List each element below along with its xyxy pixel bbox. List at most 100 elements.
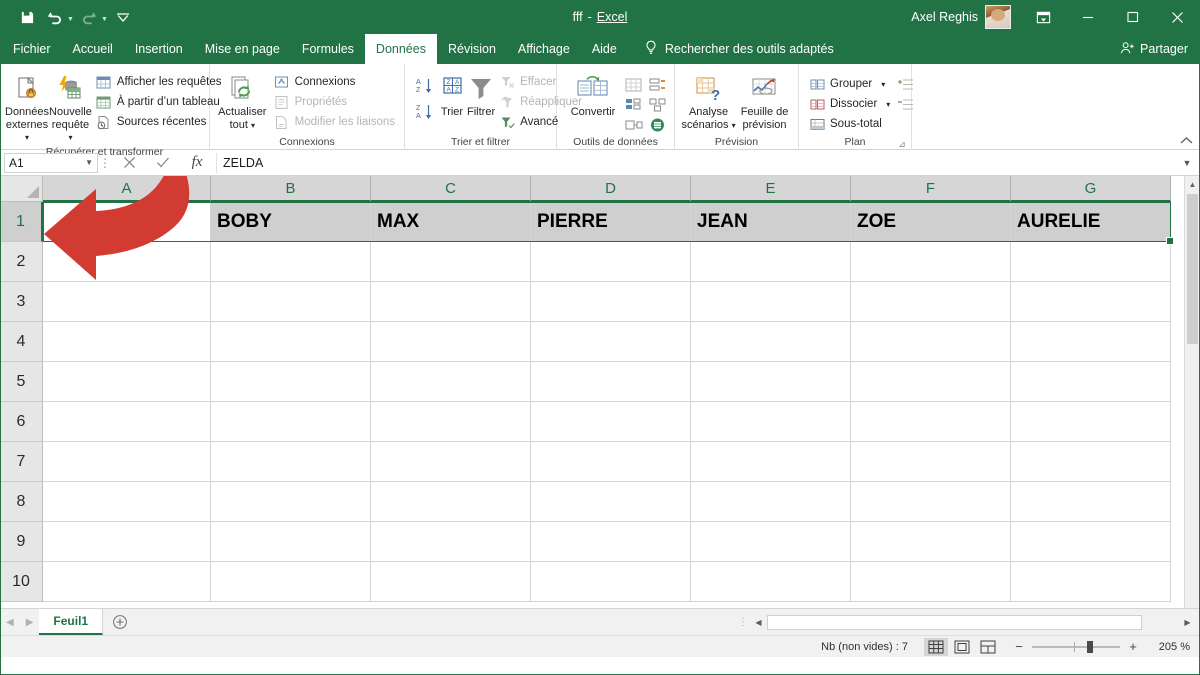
trier-button[interactable]: ZAAZ Trier bbox=[437, 69, 467, 119]
cell-C9[interactable] bbox=[371, 522, 531, 562]
cell-B8[interactable] bbox=[211, 482, 371, 522]
cell-C1[interactable]: MAX bbox=[371, 202, 531, 242]
cell-C6[interactable] bbox=[371, 402, 531, 442]
actualiser-tout-button[interactable]: Actualiser tout ▾ bbox=[215, 69, 270, 132]
a-partir-d-un-tableau-button[interactable]: À partir d’un tableau bbox=[92, 92, 226, 112]
horizontal-scroll-grip[interactable]: ⋮ bbox=[736, 609, 750, 635]
cell-D8[interactable] bbox=[531, 482, 691, 522]
row-header-3[interactable]: 3 bbox=[0, 282, 43, 322]
user-name[interactable]: Axel Reghis bbox=[911, 10, 978, 24]
cell-D2[interactable] bbox=[531, 242, 691, 282]
caret-down-icon[interactable]: ▾ bbox=[881, 80, 885, 89]
cell-G7[interactable] bbox=[1011, 442, 1171, 482]
sheet-tab-feuil1[interactable]: Feuil1 bbox=[39, 609, 104, 635]
cell-E4[interactable] bbox=[691, 322, 851, 362]
cell-B9[interactable] bbox=[211, 522, 371, 562]
cell-B3[interactable] bbox=[211, 282, 371, 322]
avatar[interactable] bbox=[985, 5, 1011, 29]
tab-fichier[interactable]: Fichier bbox=[0, 34, 62, 64]
collapse-ribbon-button[interactable] bbox=[1180, 134, 1193, 148]
vertical-scrollbar[interactable]: ▲ bbox=[1184, 176, 1200, 608]
cell-E1[interactable]: JEAN bbox=[691, 202, 851, 242]
horizontal-scroll-thumb[interactable] bbox=[767, 614, 1142, 630]
cell-E7[interactable] bbox=[691, 442, 851, 482]
minimize-button[interactable] bbox=[1065, 0, 1110, 34]
cell-A6[interactable] bbox=[43, 402, 211, 442]
remplissage-instantane-button[interactable] bbox=[621, 75, 645, 95]
cell-B2[interactable] bbox=[211, 242, 371, 282]
row-header-1[interactable]: 1 bbox=[0, 202, 43, 242]
grouper-button[interactable]: Grouper ▾ bbox=[805, 74, 894, 94]
formula-bar-grip[interactable]: ⋮ bbox=[98, 157, 112, 169]
name-box[interactable]: A1 ▼ bbox=[4, 152, 98, 173]
row-header-8[interactable]: 8 bbox=[0, 482, 43, 522]
tab-insertion[interactable]: Insertion bbox=[124, 34, 194, 64]
cell-C4[interactable] bbox=[371, 322, 531, 362]
chevron-right-icon[interactable]: ▶ bbox=[26, 617, 34, 628]
redo-dropdown-caret-icon[interactable]: ▼ bbox=[101, 16, 108, 23]
zoom-slider-thumb[interactable] bbox=[1087, 640, 1093, 653]
convertir-button[interactable]: Convertir bbox=[565, 69, 621, 119]
cell-E5[interactable] bbox=[691, 362, 851, 402]
consolider-button[interactable] bbox=[645, 95, 669, 115]
cell-D1[interactable]: PIERRE bbox=[531, 202, 691, 242]
row-header-2[interactable]: 2 bbox=[0, 242, 43, 282]
cell-G3[interactable] bbox=[1011, 282, 1171, 322]
caret-down-icon[interactable]: ▾ bbox=[886, 100, 890, 109]
modifier-les-liaisons-button[interactable]: Modifier les liaisons bbox=[270, 112, 399, 132]
validation-des-donnees-button[interactable] bbox=[645, 75, 669, 95]
cell-G1[interactable]: AURELIE bbox=[1011, 202, 1171, 242]
cell-B1[interactable]: BOBY bbox=[211, 202, 371, 242]
cell-G6[interactable] bbox=[1011, 402, 1171, 442]
row-header-7[interactable]: 7 bbox=[0, 442, 43, 482]
donnees-externes-button[interactable]: Données externes ▾ bbox=[5, 69, 49, 145]
scroll-right-icon[interactable]: ▶ bbox=[1179, 614, 1196, 631]
plus-icon[interactable]: + bbox=[1126, 639, 1140, 654]
sous-total-button[interactable]: Sous-total bbox=[805, 114, 894, 134]
chevron-down-icon[interactable] bbox=[110, 5, 136, 29]
cell-F6[interactable] bbox=[851, 402, 1011, 442]
cell-B10[interactable] bbox=[211, 562, 371, 602]
undo-icon[interactable] bbox=[42, 5, 68, 29]
column-header-f[interactable]: F bbox=[851, 176, 1011, 202]
expand-formula-bar-icon[interactable]: ▼ bbox=[1178, 158, 1196, 168]
cell-F7[interactable] bbox=[851, 442, 1011, 482]
cell-D3[interactable] bbox=[531, 282, 691, 322]
page-layout-icon[interactable] bbox=[950, 638, 974, 656]
connexions-button[interactable]: Connexions bbox=[270, 72, 399, 92]
column-header-d[interactable]: D bbox=[531, 176, 691, 202]
cell-F8[interactable] bbox=[851, 482, 1011, 522]
tab-affichage[interactable]: Affichage bbox=[507, 34, 581, 64]
share-button[interactable]: Partager bbox=[1120, 34, 1200, 64]
cell-A10[interactable] bbox=[43, 562, 211, 602]
cell-E9[interactable] bbox=[691, 522, 851, 562]
filtrer-button[interactable]: Filtrer bbox=[467, 69, 495, 119]
row-header-5[interactable]: 5 bbox=[0, 362, 43, 402]
dissocier-button[interactable]: Dissocier ▾ bbox=[805, 94, 894, 114]
cell-A5[interactable] bbox=[43, 362, 211, 402]
cell-D4[interactable] bbox=[531, 322, 691, 362]
vertical-scroll-thumb[interactable] bbox=[1187, 194, 1198, 344]
scroll-up-icon[interactable]: ▲ bbox=[1185, 176, 1200, 193]
cell-C2[interactable] bbox=[371, 242, 531, 282]
horizontal-scrollbar[interactable]: ◀ ▶ bbox=[750, 609, 1200, 635]
cell-B5[interactable] bbox=[211, 362, 371, 402]
tab-aide[interactable]: Aide bbox=[581, 34, 628, 64]
analyse-scenarios-button[interactable]: ? Analyse scénarios ▾ bbox=[681, 69, 736, 132]
cell-G4[interactable] bbox=[1011, 322, 1171, 362]
proprietes-button[interactable]: Propriétés bbox=[270, 92, 399, 112]
sort-az-button[interactable]: AZ bbox=[413, 74, 437, 98]
cell-C8[interactable] bbox=[371, 482, 531, 522]
cell-F5[interactable] bbox=[851, 362, 1011, 402]
afficher-les-requetes-button[interactable]: Afficher les requêtes bbox=[92, 72, 226, 92]
tab-accueil[interactable]: Accueil bbox=[62, 34, 124, 64]
sort-za-button[interactable]: ZA bbox=[413, 100, 437, 124]
horizontal-scroll-track[interactable] bbox=[767, 614, 1179, 630]
undo-dropdown-caret-icon[interactable]: ▼ bbox=[67, 16, 74, 23]
cell-D5[interactable] bbox=[531, 362, 691, 402]
cell-G10[interactable] bbox=[1011, 562, 1171, 602]
cell-A8[interactable] bbox=[43, 482, 211, 522]
save-icon[interactable] bbox=[14, 5, 40, 29]
cell-C3[interactable] bbox=[371, 282, 531, 322]
row-header-4[interactable]: 4 bbox=[0, 322, 43, 362]
